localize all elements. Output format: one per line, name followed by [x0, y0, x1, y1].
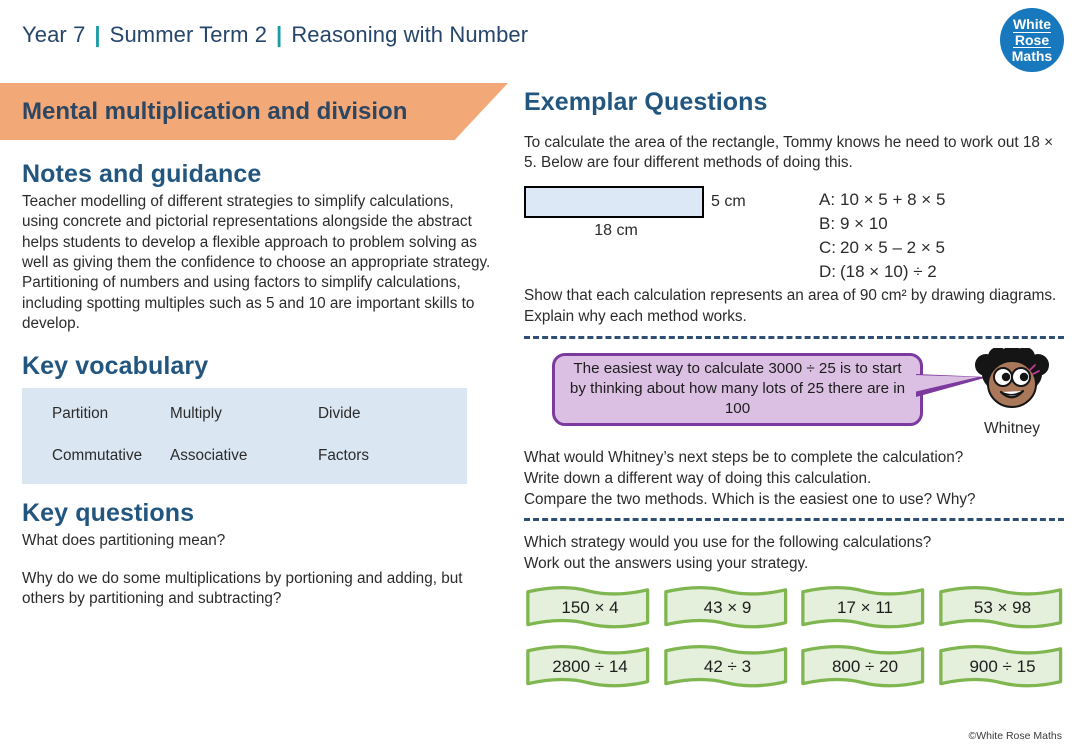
rectangle-with-height-label: 5 cm: [524, 185, 819, 218]
method-item: B: 9 × 10: [819, 212, 945, 236]
flag-row: 2800 ÷ 14 42 ÷ 3 800 ÷ 20 900 ÷ 15: [524, 644, 1064, 690]
topic-banner: Mental multiplication and division: [0, 83, 508, 140]
method-key: D:: [819, 262, 836, 282]
calculation-flag[interactable]: 17 × 11: [799, 585, 927, 631]
question2-prompt: Write down a different way of doing this…: [524, 469, 872, 487]
method-expression: (18 × 10) ÷ 2: [840, 262, 937, 282]
calculation-flag[interactable]: 150 × 4: [524, 585, 652, 631]
question2-prompt: What would Whitney’s next steps be to co…: [524, 448, 964, 466]
method-key: B:: [819, 213, 836, 233]
calculation-flag[interactable]: 43 × 9: [662, 585, 790, 631]
method-item: A: 10 × 5 + 8 × 5: [819, 188, 945, 212]
method-expression: 20 × 5 – 2 × 5: [840, 237, 945, 257]
breadcrumb-unit: Reasoning with Number: [291, 22, 529, 47]
character-name-label: Whitney: [984, 419, 1040, 437]
section-divider: [524, 335, 1064, 339]
method-expression: 10 × 5 + 8 × 5: [840, 189, 946, 209]
topic-title: Mental multiplication and division: [22, 97, 408, 125]
flag-label: 17 × 11: [837, 598, 893, 618]
flag-row: 150 × 4 43 × 9 17 × 11 53 × 98: [524, 585, 1064, 631]
vocabulary-row: Partition Multiply Divide: [22, 405, 467, 423]
flag-label: 150 × 4: [561, 598, 619, 618]
vocabulary-term: Multiply: [170, 405, 222, 423]
method-key: A:: [819, 189, 836, 209]
copyright-notice: ©White Rose Maths: [968, 730, 1062, 742]
breadcrumb-year: Year 7: [22, 22, 86, 47]
whitney-avatar-icon: [975, 347, 1049, 408]
rectangle-width-label: 18 cm: [594, 221, 638, 239]
vocabulary-term: Factors: [318, 447, 369, 465]
question2-prompts: What would Whitney’s next steps be to co…: [524, 447, 1064, 510]
logo-line-2: Rose: [1012, 31, 1052, 49]
flag-label: 43 × 9: [703, 598, 752, 618]
flag-label: 900 ÷ 15: [969, 657, 1036, 677]
rectangle-diagram: 5 cm 18 cm: [524, 185, 819, 240]
question1-figure-row: 5 cm 18 cm A: 10 × 5 + 8 × 5 B: 9 × 10 C: 2…: [524, 185, 1064, 285]
method-expression: 9 × 10: [840, 213, 888, 233]
key-question-item: Why do we do some multiplications by por…: [22, 569, 463, 608]
breadcrumb-separator-1: |: [94, 22, 101, 47]
speech-bubble: The easiest way to calculate 3000 ÷ 25 i…: [552, 352, 923, 426]
question3-prompt: Which strategy would you use for the fol…: [524, 534, 932, 552]
calculation-flags: 150 × 4 43 × 9 17 × 11 53 × 98 2800 ÷ 14…: [524, 585, 1064, 690]
methods-list: A: 10 × 5 + 8 × 5 B: 9 × 10 C: 20 × 5 – 2 ×…: [819, 186, 945, 285]
left-column: Notes and guidance Teacher modelling of …: [22, 160, 492, 609]
question2-bubble-area: The easiest way to calculate 3000 ÷ 25 i…: [524, 347, 1064, 437]
right-column: Exemplar Questions To calculate the area…: [524, 88, 1064, 690]
vocabulary-heading: Key vocabulary: [22, 352, 209, 381]
flag-label: 42 ÷ 3: [703, 657, 752, 677]
calculation-flag[interactable]: 2800 ÷ 14: [524, 644, 652, 690]
worksheet-page: Year 7 | Summer Term 2 | Reasoning with …: [0, 0, 1084, 750]
question3-prompts: Which strategy would you use for the fol…: [524, 532, 1064, 574]
logo-line-3: Maths: [1011, 48, 1053, 65]
question1-intro: To calculate the area of the rectangle, …: [524, 134, 1054, 172]
notes-body: Teacher modelling of different strategie…: [22, 193, 491, 333]
key-question-item: What does partitioning mean?: [22, 532, 226, 550]
question3-prompt: Work out the answers using your strategy…: [524, 555, 809, 573]
breadcrumb: Year 7 | Summer Term 2 | Reasoning with …: [22, 22, 528, 48]
calculation-flag[interactable]: 900 ÷ 15: [937, 644, 1065, 690]
vocabulary-box: Partition Multiply Divide Commutative As…: [22, 388, 467, 485]
flag-label: 53 × 98: [973, 598, 1032, 618]
question1-outro: Show that each calculation represents an…: [524, 287, 1057, 325]
logo-line-1: White: [1012, 15, 1052, 32]
character-whitney: Whitney: [964, 347, 1060, 438]
key-questions-heading: Key questions: [22, 499, 195, 528]
section-divider: [524, 518, 1064, 522]
method-item: D: (18 × 10) ÷ 2: [819, 260, 945, 284]
vocabulary-term: Divide: [318, 405, 361, 423]
rectangle-shape: [524, 185, 704, 218]
flag-label: 800 ÷ 20: [831, 657, 899, 677]
vocabulary-term: Associative: [170, 447, 248, 465]
speech-bubble-text: The easiest way to calculate 3000 ÷ 25 i…: [569, 360, 906, 418]
rectangle-height-label: 5 cm: [711, 192, 746, 210]
method-key: C:: [819, 237, 836, 257]
vocabulary-row: Commutative Associative Factors: [22, 447, 467, 465]
vocabulary-term: Partition: [52, 405, 109, 423]
breadcrumb-term: Summer Term 2: [109, 22, 268, 47]
calculation-flag[interactable]: 42 ÷ 3: [662, 644, 790, 690]
breadcrumb-separator-2: |: [276, 22, 283, 47]
notes-heading: Notes and guidance: [22, 160, 262, 188]
vocabulary-term: Commutative: [52, 447, 143, 465]
calculation-flag[interactable]: 53 × 98: [937, 585, 1065, 631]
exemplar-heading: Exemplar Questions: [524, 88, 768, 116]
method-item: C: 20 × 5 – 2 × 5: [819, 236, 945, 260]
question2-prompt: Compare the two methods. Which is the ea…: [524, 491, 976, 509]
calculation-flag[interactable]: 800 ÷ 20: [799, 644, 927, 690]
white-rose-maths-logo: White Rose Maths: [1000, 8, 1064, 72]
flag-label: 2800 ÷ 14: [552, 657, 628, 677]
